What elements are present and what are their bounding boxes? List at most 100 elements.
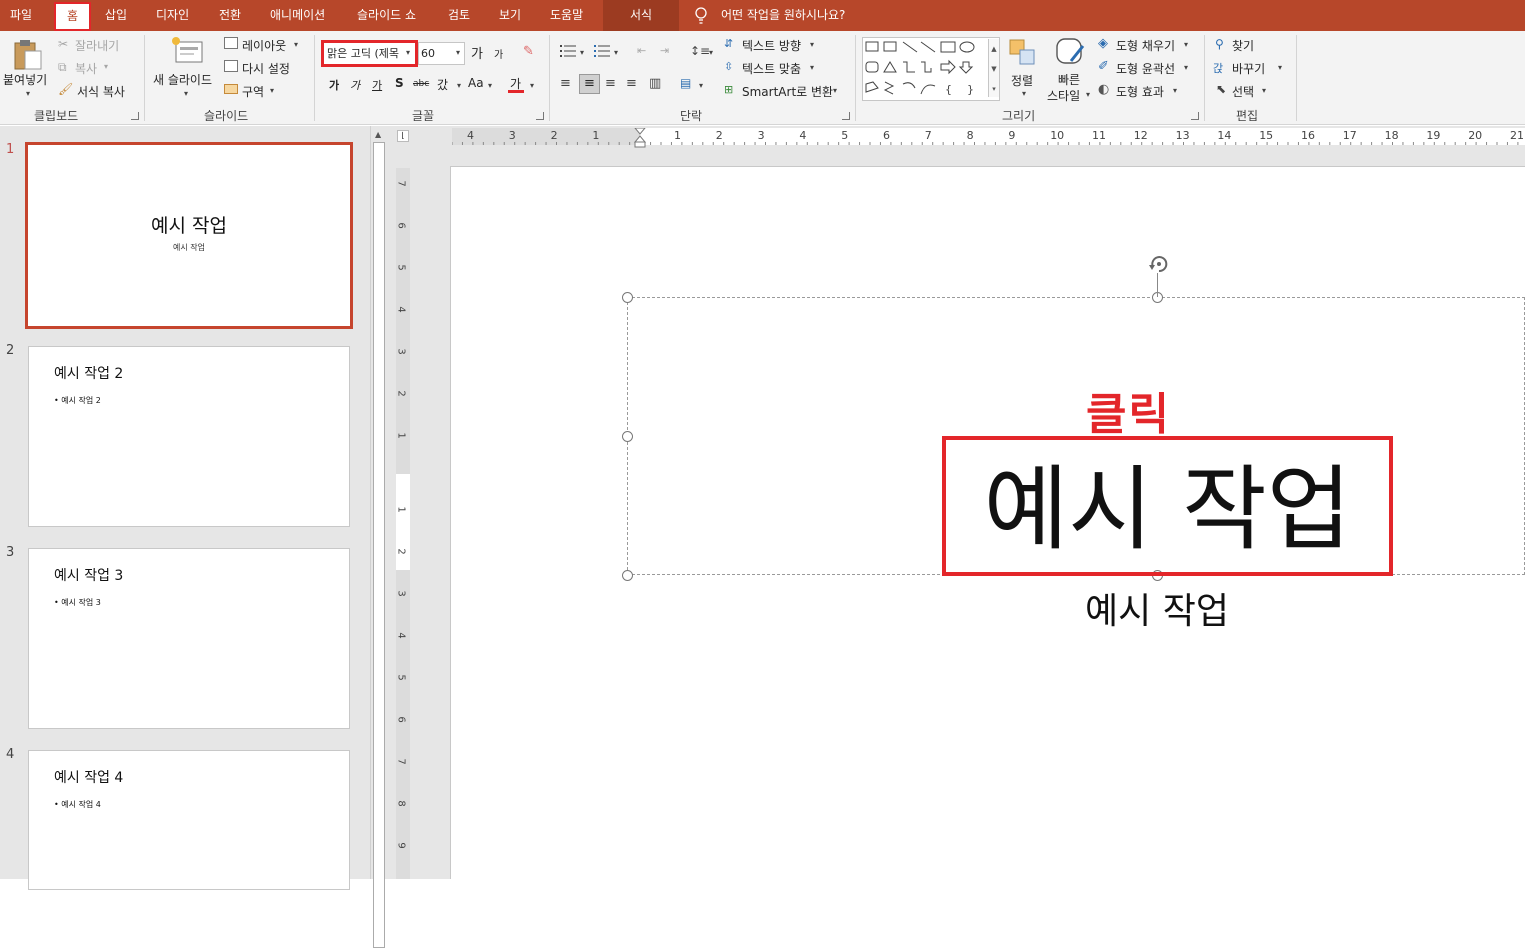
tab-help[interactable]: 도움말 bbox=[550, 0, 583, 31]
copy-dropdown[interactable]: ▾ bbox=[104, 62, 108, 71]
new-slide-button[interactable]: 새 슬라이드 bbox=[153, 71, 212, 88]
grow-font-button[interactable]: 가 bbox=[471, 43, 483, 62]
tab-view[interactable]: 보기 bbox=[499, 0, 521, 31]
resize-handle[interactable] bbox=[622, 570, 633, 581]
replace-dropdown[interactable]: ▾ bbox=[1278, 63, 1282, 72]
justify-icon[interactable]: ≡ bbox=[626, 76, 637, 91]
arrange-dropdown[interactable]: ▾ bbox=[1022, 89, 1026, 98]
section-dropdown[interactable]: ▾ bbox=[270, 86, 274, 95]
clipboard-launcher[interactable] bbox=[131, 112, 139, 120]
cut-button[interactable]: 잘라내기 bbox=[75, 37, 119, 54]
numbering-dropdown[interactable]: ▾ bbox=[614, 48, 618, 57]
shape-outline-button[interactable]: 도형 윤곽선 bbox=[1116, 60, 1175, 77]
font-name-chevron-icon[interactable]: ▾ bbox=[406, 48, 410, 57]
tab-slideshow[interactable]: 슬라이드 쇼 bbox=[357, 0, 416, 31]
paste-icon[interactable] bbox=[13, 39, 43, 71]
lightbulb-icon[interactable] bbox=[694, 7, 708, 25]
clear-formatting-icon[interactable]: ✎ bbox=[523, 44, 534, 59]
replace-button[interactable]: 바꾸기 bbox=[1232, 60, 1265, 77]
shape-fill-button[interactable]: 도형 채우기 bbox=[1116, 37, 1175, 54]
paste-button[interactable]: 붙여넣기 bbox=[3, 71, 47, 88]
tab-animations[interactable]: 애니메이션 bbox=[270, 0, 325, 31]
scroll-up-icon[interactable]: ▲ bbox=[375, 130, 381, 139]
indent-marker-icon[interactable] bbox=[633, 128, 647, 148]
bold-button[interactable]: 가 bbox=[329, 77, 339, 93]
tab-review[interactable]: 검토 bbox=[448, 0, 470, 31]
resize-handle[interactable] bbox=[622, 431, 633, 442]
underline-button[interactable]: 가 bbox=[372, 77, 382, 93]
line-spacing-icon[interactable]: ↕≡ bbox=[690, 44, 710, 58]
font-color-dropdown[interactable]: ▾ bbox=[530, 81, 534, 90]
text-direction-button[interactable]: 텍스트 방향 bbox=[742, 37, 801, 54]
reset-button[interactable]: 다시 설정 bbox=[242, 60, 290, 77]
shape-effects-button[interactable]: 도형 효과 bbox=[1116, 83, 1164, 100]
format-painter-button[interactable]: 서식 복사 bbox=[77, 83, 125, 100]
strikethrough-button[interactable]: abc bbox=[413, 79, 429, 89]
tab-file[interactable]: 파일 bbox=[10, 0, 32, 31]
text-direction-dropdown[interactable]: ▾ bbox=[810, 40, 814, 49]
align-center-icon[interactable]: ≡ bbox=[579, 74, 600, 94]
resize-handle[interactable] bbox=[622, 292, 633, 303]
bullets-dropdown[interactable]: ▾ bbox=[580, 48, 584, 57]
new-slide-dropdown[interactable]: ▾ bbox=[184, 89, 188, 98]
arrange-icon[interactable] bbox=[1008, 38, 1038, 68]
scrollbar-thumb[interactable] bbox=[373, 142, 385, 948]
slide-thumbnail-2[interactable]: 예시 작업 2 • 예시 작업 2 bbox=[28, 346, 350, 527]
thumbnail-scrollbar[interactable]: ▲ bbox=[370, 126, 387, 948]
tab-transitions[interactable]: 전환 bbox=[219, 0, 241, 31]
columns-dropdown[interactable]: ▾ bbox=[699, 81, 703, 90]
new-slide-icon[interactable] bbox=[170, 36, 204, 66]
shape-effects-dropdown[interactable]: ▾ bbox=[1173, 86, 1177, 95]
quick-styles-label-1[interactable]: 빠른 bbox=[1058, 71, 1080, 88]
distributed-icon[interactable]: ▥ bbox=[649, 76, 661, 91]
char-spacing-button[interactable]: 갔 bbox=[437, 76, 448, 93]
align-right-icon[interactable]: ≡ bbox=[605, 76, 616, 91]
shape-gallery[interactable]: {} bbox=[862, 37, 1000, 101]
smartart-button[interactable]: SmartArt로 변환 bbox=[742, 83, 833, 100]
quick-styles-dropdown[interactable]: ▾ bbox=[1086, 90, 1090, 99]
align-text-button[interactable]: 텍스트 맞춤 bbox=[742, 60, 801, 77]
columns-icon[interactable]: ▤ bbox=[680, 76, 691, 90]
slide-thumbnail-1[interactable]: 예시 작업 예시 작업 bbox=[25, 142, 353, 329]
decrease-indent-icon[interactable]: ⇤ bbox=[637, 44, 646, 57]
line-spacing-dropdown[interactable]: ▾ bbox=[709, 48, 713, 57]
tab-home[interactable]: 홈 bbox=[54, 2, 91, 31]
align-left-icon[interactable]: ≡ bbox=[560, 76, 571, 91]
shape-outline-dropdown[interactable]: ▾ bbox=[1184, 63, 1188, 72]
slide-thumbnail-4[interactable]: 예시 작업 4 • 예시 작업 4 bbox=[28, 750, 350, 890]
quick-styles-icon[interactable] bbox=[1053, 36, 1087, 68]
arrange-button[interactable]: 정렬 bbox=[1011, 72, 1033, 89]
smartart-dropdown[interactable]: ▾ bbox=[833, 86, 837, 95]
slide-title-text[interactable]: 예시 작업 bbox=[942, 455, 1393, 565]
tab-stop-selector[interactable]: ⌊ bbox=[397, 130, 409, 142]
bullets-icon[interactable] bbox=[560, 44, 576, 58]
select-dropdown[interactable]: ▾ bbox=[1262, 86, 1266, 95]
tell-me-search[interactable]: 어떤 작업을 원하시나요? bbox=[721, 0, 845, 31]
shrink-font-button[interactable]: 가 bbox=[494, 46, 503, 61]
shadow-button[interactable]: S bbox=[395, 76, 404, 90]
shapes-icon[interactable]: {} bbox=[863, 38, 987, 100]
layout-button[interactable]: 레이아웃 bbox=[242, 37, 286, 54]
tab-format[interactable]: 서식 bbox=[603, 0, 679, 31]
font-size-chevron-icon[interactable]: ▾ bbox=[456, 48, 460, 57]
char-spacing-dropdown[interactable]: ▾ bbox=[457, 81, 461, 90]
shape-fill-dropdown[interactable]: ▾ bbox=[1184, 40, 1188, 49]
layout-dropdown[interactable]: ▾ bbox=[294, 40, 298, 49]
tab-insert[interactable]: 삽입 bbox=[105, 0, 127, 31]
copy-button[interactable]: 복사 bbox=[75, 60, 97, 77]
slide-thumbnail-3[interactable]: 예시 작업 3 • 예시 작업 3 bbox=[28, 548, 350, 729]
slide-subtitle-text[interactable]: 예시 작업 bbox=[1030, 582, 1284, 634]
drawing-launcher[interactable] bbox=[1191, 112, 1199, 120]
paragraph-launcher[interactable] bbox=[842, 112, 850, 120]
shape-gallery-scroll[interactable]: ▲ ▼ ▾ bbox=[988, 39, 999, 97]
find-button[interactable]: 찾기 bbox=[1232, 37, 1254, 54]
change-case-dropdown[interactable]: ▾ bbox=[488, 81, 492, 90]
change-case-button[interactable]: Aa bbox=[468, 76, 484, 90]
align-text-dropdown[interactable]: ▾ bbox=[810, 63, 814, 72]
quick-styles-label-2[interactable]: 스타일 bbox=[1047, 87, 1080, 104]
font-name-dropdown[interactable]: 맑은 고딕 (제목 bbox=[321, 40, 418, 67]
numbering-icon[interactable] bbox=[594, 44, 610, 58]
rotate-icon[interactable] bbox=[1147, 253, 1171, 275]
increase-indent-icon[interactable]: ⇥ bbox=[660, 44, 669, 57]
italic-button[interactable]: 가 bbox=[350, 77, 360, 93]
